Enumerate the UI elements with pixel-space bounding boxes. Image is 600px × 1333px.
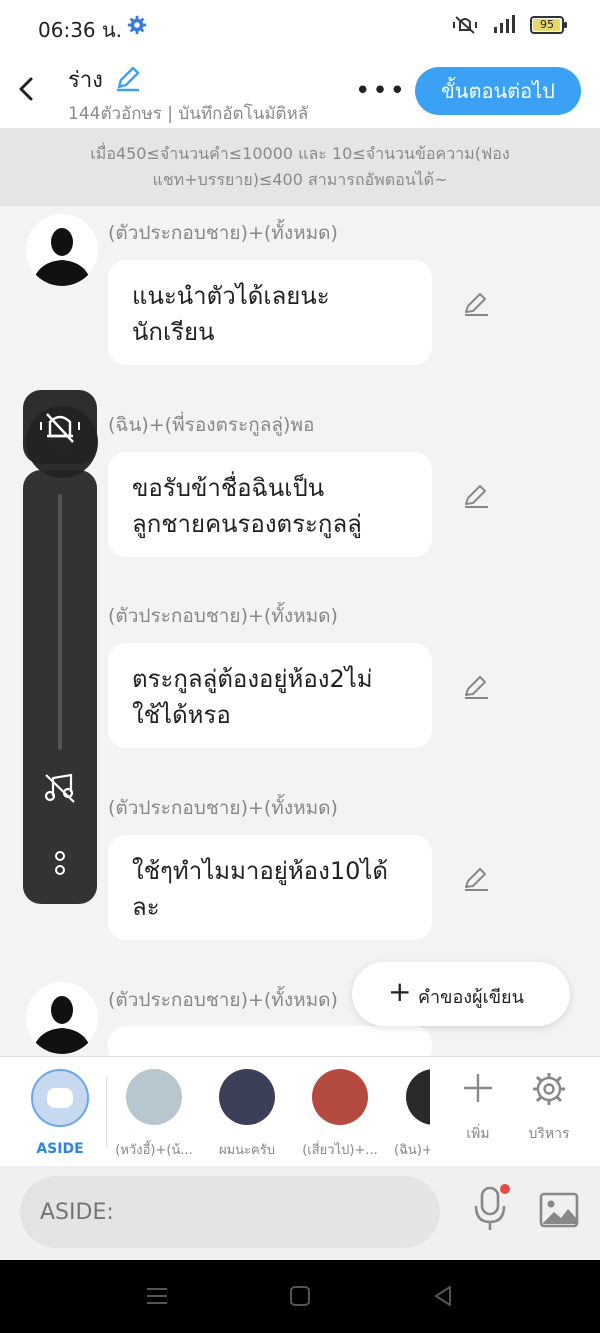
- character-item[interactable]: ผมนะครับ: [202, 1069, 292, 1160]
- edit-message-pencil-icon[interactable]: [462, 673, 490, 701]
- character-name: (ฉิน)+(: [394, 1143, 430, 1158]
- top-app-bar: ร่าง 144ตัวอักษร | บันทึกอัตโนมัติหลั ••…: [0, 54, 600, 128]
- edit-title-pencil-icon[interactable]: [114, 64, 142, 92]
- avatar[interactable]: [26, 214, 98, 286]
- notification-dot: [500, 1184, 510, 1194]
- add-character-button[interactable]: เพิ่ม: [446, 1071, 510, 1145]
- character-item[interactable]: (ฉิน)+(: [388, 1069, 430, 1160]
- volume-slider-container: [23, 470, 97, 904]
- status-time: 06:36 น.: [38, 18, 123, 42]
- character-selector-bar: ASIDE (หวังอี้)+(น้... ผมนะครับ (เสี่ยวไ…: [0, 1056, 600, 1166]
- divider: [106, 1077, 107, 1147]
- edit-message-pencil-icon[interactable]: [462, 482, 490, 510]
- author-note-label: คำของผู้เขียน: [418, 987, 524, 1008]
- character-item[interactable]: (หวังอี้)+(น้...: [109, 1069, 199, 1160]
- notice-line-1: เมื่อ450≤จำนวนคำ≤10000 และ 10≤จำนวนข้อคว…: [90, 144, 510, 163]
- character-name: ASIDE: [36, 1141, 84, 1157]
- recent-apps-icon[interactable]: [146, 1285, 168, 1307]
- edit-message-pencil-icon[interactable]: [462, 865, 490, 893]
- back-triangle-icon[interactable]: [432, 1285, 454, 1307]
- music-off-icon[interactable]: [43, 772, 77, 804]
- message-text: ตระกูลลู่ต้องอยู่ห้อง2ไม่: [132, 665, 373, 693]
- aside-chat-icon: [31, 1069, 89, 1127]
- system-navigation-bar: [0, 1260, 600, 1333]
- character-avatar: [406, 1069, 430, 1125]
- avatar[interactable]: [26, 982, 98, 1054]
- speaker-label: (ตัวประกอบชาย)+(ทั้งหมด): [108, 605, 338, 627]
- speaker-label: (ตัวประกอบชาย)+(ทั้งหมด): [108, 989, 338, 1011]
- message-text: ละ: [132, 893, 160, 921]
- character-aside[interactable]: ASIDE: [15, 1069, 105, 1157]
- message-text: ขอรับข้าชื่อฉินเป็น: [132, 474, 325, 502]
- manage-label: บริหาร: [528, 1126, 570, 1142]
- gear-icon: [533, 1073, 565, 1105]
- message-text: แนะนำตัวได้เลยนะ: [132, 282, 330, 310]
- home-icon[interactable]: [289, 1285, 311, 1307]
- gear-icon: [127, 15, 147, 35]
- character-name: (เสี่ยวไป)+...: [302, 1143, 378, 1158]
- character-avatar: [312, 1069, 368, 1125]
- character-item[interactable]: (เสี่ยวไป)+...: [295, 1069, 385, 1160]
- message-text: ใช้ได้หรอ: [132, 701, 231, 729]
- speaker-label: (ตัวประกอบชาย)+(ทั้งหมด): [108, 797, 338, 819]
- message-bubble[interactable]: ขอรับข้าชื่อฉินเป็น ลูกชายคนรองตระกูลลู่: [108, 452, 432, 557]
- message-input[interactable]: [20, 1176, 440, 1248]
- more-vertical-icon[interactable]: [51, 848, 69, 878]
- page-title: ร่าง: [68, 68, 103, 93]
- more-options-icon[interactable]: •••: [355, 76, 407, 106]
- edit-message-pencil-icon[interactable]: [462, 290, 490, 318]
- composer-bar: [0, 1166, 600, 1260]
- volume-slider[interactable]: [58, 494, 62, 750]
- ring-mode-toggle[interactable]: [23, 390, 97, 464]
- message-text: ใช้ๆทำไมมาอยู่ห้อง10ได้: [132, 857, 389, 885]
- battery-icon: 95: [530, 16, 567, 34]
- plus-icon: +: [388, 975, 412, 1008]
- character-name: (หวังอี้)+(น้...: [115, 1143, 193, 1158]
- bell-off-icon: [40, 413, 80, 443]
- word-count-autosave: 144ตัวอักษร | บันทึกอัตโนมัติหลั: [68, 104, 309, 124]
- plus-icon: [464, 1074, 492, 1102]
- character-name: ผมนะครับ: [219, 1143, 275, 1158]
- character-avatar: [126, 1069, 182, 1125]
- manage-button[interactable]: บริหาร: [516, 1071, 582, 1145]
- mute-vibrate-icon: [453, 16, 477, 34]
- character-avatar: [219, 1069, 275, 1125]
- back-arrow-icon[interactable]: [16, 74, 38, 104]
- volume-panel: [23, 390, 97, 904]
- status-icons: 95: [452, 14, 567, 36]
- publish-requirement-notice: เมื่อ450≤จำนวนคำ≤10000 และ 10≤จำนวนข้อคว…: [0, 128, 600, 206]
- status-bar: 06:36 น. 95: [0, 0, 600, 54]
- image-icon[interactable]: [538, 1190, 580, 1230]
- message-bubble[interactable]: ตระกูลลู่ต้องอยู่ห้อง2ไม่ ใช้ได้หรอ: [108, 643, 432, 748]
- add-label: เพิ่ม: [466, 1126, 490, 1142]
- message-bubble[interactable]: ใช้ๆทำไมมาอยู่ห้อง10ได้ ละ: [108, 835, 432, 940]
- message-text: ลูกชายคนรองตระกูลลู่: [132, 510, 362, 538]
- person-silhouette-icon: [32, 228, 92, 286]
- message-bubble[interactable]: แนะนำตัวได้เลยนะ นักเรียน: [108, 260, 432, 365]
- speaker-label: (ฉิน)+(พี่รองตระกูลลู่)พอ: [108, 414, 315, 436]
- message-text: นักเรียน: [132, 318, 215, 346]
- person-silhouette-icon: [32, 996, 92, 1054]
- signal-icon: [494, 15, 515, 33]
- speaker-label: (ตัวประกอบชาย)+(ทั้งหมด): [108, 222, 338, 244]
- notice-line-2: แชท+บรรยาย)≤400 สามารถอัพตอนได้~: [152, 170, 448, 189]
- next-step-button[interactable]: ขั้นตอนต่อไป: [415, 67, 581, 115]
- author-note-button[interactable]: + คำของผู้เขียน: [352, 962, 570, 1026]
